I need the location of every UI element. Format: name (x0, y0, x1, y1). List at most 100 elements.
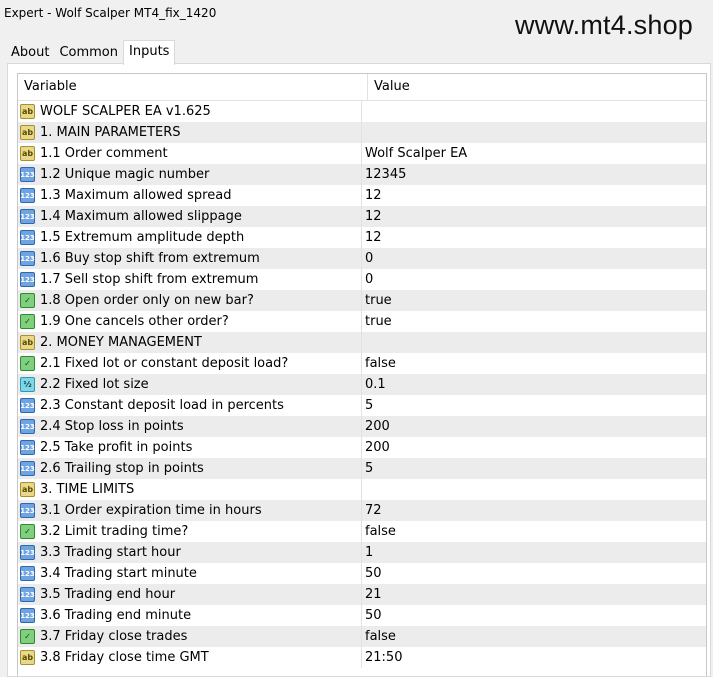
bool-icon: ✓ (20, 356, 35, 371)
variable-name: 2.3 Constant deposit load in percents (40, 398, 284, 413)
table-row[interactable]: 123 1.2 Unique magic number 12345 (18, 164, 706, 185)
value-cell[interactable]: true (362, 290, 392, 311)
integer-icon: 123 (20, 608, 35, 623)
value-cell[interactable]: 5 (362, 458, 373, 479)
variable-name: 3.3 Trading start hour (40, 545, 181, 560)
string-icon: ab (20, 482, 35, 497)
double-icon: ½ (20, 377, 35, 392)
table-row[interactable]: ½ 2.2 Fixed lot size 0.1 (18, 374, 706, 395)
table-row[interactable]: ab 3. TIME LIMITS (18, 479, 706, 500)
value-cell[interactable]: 5 (362, 395, 373, 416)
variable-name: 3.6 Trading end minute (40, 608, 192, 623)
variable-name: 3.7 Friday close trades (40, 629, 188, 644)
table-row[interactable]: 123 1.4 Maximum allowed slippage 12 (18, 206, 706, 227)
variable-name: 3.2 Limit trading time? (40, 524, 189, 539)
table-row[interactable]: ab 2. MONEY MANAGEMENT (18, 332, 706, 353)
variable-name: 1.1 Order comment (40, 146, 168, 161)
table-row[interactable]: ab 3.8 Friday close time GMT 21:50 (18, 647, 706, 668)
table-row[interactable]: ✓ 1.9 One cancels other order? true (18, 311, 706, 332)
table-row[interactable]: 123 2.4 Stop loss in points 200 (18, 416, 706, 437)
value-cell[interactable]: 72 (362, 500, 382, 521)
table-row[interactable]: ab 1.1 Order comment Wolf Scalper EA (18, 143, 706, 164)
value-cell[interactable] (362, 332, 365, 353)
variable-name: 1. MAIN PARAMETERS (40, 125, 181, 140)
value-cell[interactable]: 12 (362, 185, 382, 206)
table-row[interactable]: 123 3.6 Trading end minute 50 (18, 605, 706, 626)
value-cell[interactable]: 200 (362, 437, 390, 458)
variable-name: 2. MONEY MANAGEMENT (40, 335, 202, 350)
value-cell[interactable]: 21:50 (362, 647, 402, 668)
variable-name: 2.6 Trailing stop in points (40, 461, 204, 476)
variable-name: 1.2 Unique magic number (40, 167, 210, 182)
variable-cell: 123 3.5 Trading end hour (18, 584, 362, 605)
tab-bar: About Common Inputs (6, 40, 176, 65)
variable-name: 1.9 One cancels other order? (40, 314, 229, 329)
variable-name: 2.4 Stop loss in points (40, 419, 184, 434)
table-row[interactable]: 123 2.6 Trailing stop in points 5 (18, 458, 706, 479)
table-row[interactable]: 123 1.7 Sell stop shift from extremum 0 (18, 269, 706, 290)
variable-cell: 123 1.7 Sell stop shift from extremum (18, 269, 362, 290)
string-icon: ab (20, 146, 35, 161)
table-row[interactable]: ✓ 3.2 Limit trading time? false (18, 521, 706, 542)
value-cell[interactable]: 50 (362, 563, 382, 584)
value-cell[interactable] (362, 479, 365, 500)
integer-icon: 123 (20, 188, 35, 203)
value-cell[interactable]: 12345 (362, 164, 406, 185)
tab-inputs[interactable]: Inputs (123, 40, 176, 65)
value-cell[interactable]: 12 (362, 227, 382, 248)
column-header-variable[interactable]: Variable (18, 74, 368, 100)
table-row[interactable]: ab 1. MAIN PARAMETERS (18, 122, 706, 143)
integer-icon: 123 (20, 461, 35, 476)
value-cell[interactable] (362, 122, 365, 143)
table-row[interactable]: 123 2.3 Constant deposit load in percents… (18, 395, 706, 416)
variable-name: 3.8 Friday close time GMT (40, 650, 209, 665)
table-row[interactable]: 123 1.6 Buy stop shift from extremum 0 (18, 248, 706, 269)
integer-icon: 123 (20, 419, 35, 434)
table-row[interactable]: 123 1.5 Extremum amplitude depth 12 (18, 227, 706, 248)
variable-cell: ab 3. TIME LIMITS (18, 479, 362, 500)
variable-name: 1.3 Maximum allowed spread (40, 188, 232, 203)
value-cell[interactable]: true (362, 311, 392, 332)
table-row[interactable]: ✓ 1.8 Open order only on new bar? true (18, 290, 706, 311)
title-bar: Expert - Wolf Scalper MT4_fix_1420 www.m… (0, 0, 713, 40)
variable-cell: 123 1.2 Unique magic number (18, 164, 362, 185)
value-cell[interactable]: 0.1 (362, 374, 386, 395)
value-cell[interactable]: 1 (362, 542, 373, 563)
table-row[interactable]: ab WOLF SCALPER EA v1.625 (18, 101, 706, 122)
table-row[interactable]: 123 3.4 Trading start minute 50 (18, 563, 706, 584)
table-row[interactable]: ✓ 3.7 Friday close trades false (18, 626, 706, 647)
string-icon: ab (20, 650, 35, 665)
inputs-panel: Variable Value ab WOLF SCALPER EA v1.625 a… (7, 63, 711, 677)
value-cell[interactable]: 0 (362, 248, 373, 269)
value-cell[interactable]: 0 (362, 269, 373, 290)
column-header-value[interactable]: Value (368, 74, 410, 100)
value-cell[interactable]: 21 (362, 584, 382, 605)
integer-icon: 123 (20, 230, 35, 245)
value-cell[interactable]: false (362, 353, 396, 374)
variable-name: 3.1 Order expiration time in hours (40, 503, 262, 518)
watermark-text: www.mt4.shop (515, 10, 693, 40)
variable-cell: 123 1.4 Maximum allowed slippage (18, 206, 362, 227)
tab-common[interactable]: Common (54, 42, 123, 64)
table-row[interactable]: ✓ 2.1 Fixed lot or constant deposit load?… (18, 353, 706, 374)
table-row[interactable]: 123 3.3 Trading start hour 1 (18, 542, 706, 563)
table-row[interactable]: 123 2.5 Take profit in points 200 (18, 437, 706, 458)
table-row[interactable]: 123 1.3 Maximum allowed spread 12 (18, 185, 706, 206)
table-row[interactable]: 123 3.5 Trading end hour 21 (18, 584, 706, 605)
value-cell[interactable]: 12 (362, 206, 382, 227)
value-cell[interactable]: 200 (362, 416, 390, 437)
variable-cell: ✓ 1.8 Open order only on new bar? (18, 290, 362, 311)
value-cell[interactable]: false (362, 626, 396, 647)
tab-about[interactable]: About (6, 42, 55, 64)
value-cell[interactable]: Wolf Scalper EA (362, 143, 467, 164)
table-row[interactable]: 123 3.1 Order expiration time in hours 72 (18, 500, 706, 521)
value-cell[interactable]: false (362, 521, 396, 542)
bool-icon: ✓ (20, 314, 35, 329)
value-cell[interactable]: 50 (362, 605, 382, 626)
variable-cell: 123 1.6 Buy stop shift from extremum (18, 248, 362, 269)
value-cell[interactable] (362, 101, 365, 122)
bool-icon: ✓ (20, 293, 35, 308)
variable-name: 1.5 Extremum amplitude depth (40, 230, 245, 245)
variable-cell: ✓ 3.7 Friday close trades (18, 626, 362, 647)
variable-name: 2.1 Fixed lot or constant deposit load? (40, 356, 289, 371)
